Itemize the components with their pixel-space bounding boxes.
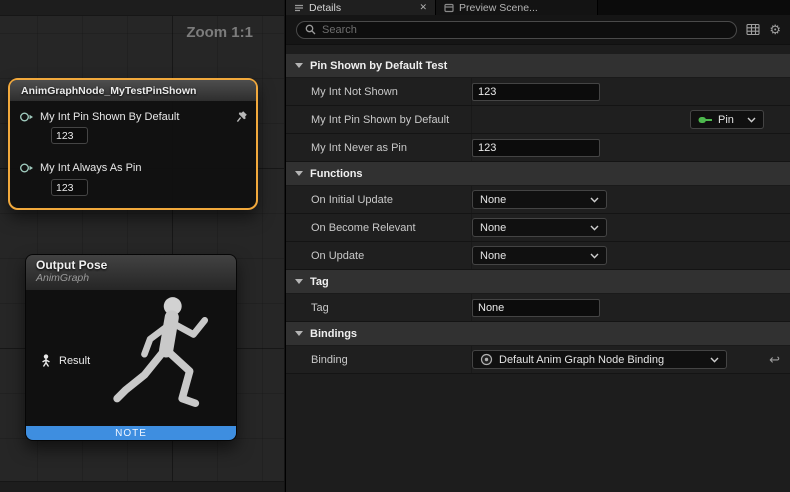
dropdown-value: Default Anim Graph Node Binding <box>499 354 664 366</box>
category-title: Tag <box>310 276 329 288</box>
tab-label: Preview Scene... <box>459 2 538 14</box>
dropdown-value: None <box>480 250 506 262</box>
chevron-down-icon <box>295 331 303 336</box>
tab-label: Details <box>309 2 341 14</box>
pin-label: My Int Pin Shown By Default <box>40 111 179 123</box>
anim-graph-node[interactable]: AnimGraphNode_MyTestPinShown My Int Pin … <box>8 78 258 210</box>
pin-visibility-dropdown[interactable]: Pin <box>690 110 764 129</box>
tab-preview-scene[interactable]: Preview Scene... <box>436 0 598 15</box>
property-label: Binding <box>286 354 471 366</box>
result-pin[interactable]: Result <box>40 354 90 367</box>
graph-top-strip <box>0 0 284 16</box>
my-int-not-shown-input[interactable] <box>472 83 600 101</box>
category-title: Pin Shown by Default Test <box>310 60 447 72</box>
pin-thumbtack-icon[interactable] <box>236 110 248 123</box>
pin-label: My Int Always As Pin <box>40 162 141 174</box>
green-pin-icon <box>698 115 712 125</box>
property-label: My Int Pin Shown by Default <box>286 114 471 126</box>
details-tab-icon <box>294 3 304 13</box>
unreal-editor-window: Zoom 1:1 AnimGraphNode_MyTestPinShown My… <box>0 0 790 492</box>
property-label: My Int Not Shown <box>286 86 471 98</box>
property-label: On Initial Update <box>286 194 471 206</box>
mannequin-preview-image <box>104 292 232 424</box>
output-node-body: Result <box>26 290 236 426</box>
category-functions[interactable]: Functions <box>286 162 790 186</box>
anim-node-title[interactable]: AnimGraphNode_MyTestPinShown <box>10 80 256 101</box>
search-box[interactable] <box>296 21 737 39</box>
tag-input[interactable] <box>472 299 600 317</box>
search-icon <box>305 24 316 35</box>
binding-dropdown[interactable]: Default Anim Graph Node Binding <box>472 350 727 369</box>
pin-row: My Int Always As Pin <box>19 162 248 174</box>
chevron-down-icon <box>590 197 599 203</box>
chevron-down-icon <box>590 225 599 231</box>
dropdown-value: None <box>480 194 506 206</box>
my-int-never-as-pin-input[interactable] <box>472 139 600 157</box>
chevron-down-icon <box>590 253 599 259</box>
category-bindings[interactable]: Bindings <box>286 322 790 346</box>
property-row-binding: Binding Default Anim Graph Node Binding … <box>286 346 790 374</box>
property-label: On Update <box>286 250 471 262</box>
preview-scene-tab-icon <box>444 3 454 13</box>
result-pin-label: Result <box>59 355 90 367</box>
chevron-down-icon <box>295 279 303 284</box>
on-update-dropdown[interactable]: None <box>472 246 607 265</box>
property-row-my-int-not-shown: My Int Not Shown <box>286 78 790 106</box>
category-title: Bindings <box>310 328 357 340</box>
chevron-down-icon <box>710 357 719 363</box>
property-row-my-int-never-as-pin: My Int Never as Pin <box>286 134 790 162</box>
pin-value-input[interactable] <box>51 179 88 196</box>
details-toolbar: ⚙ <box>286 15 790 45</box>
dropdown-value: None <box>480 222 506 234</box>
binding-icon <box>480 353 493 366</box>
output-node-title: Output Pose <box>36 258 226 272</box>
panel-tab-bar: Details ✕ Preview Scene... <box>286 0 790 15</box>
details-property-list: Pin Shown by Default Test My Int Not Sho… <box>286 45 790 492</box>
output-node-header[interactable]: Output Pose AnimGraph <box>26 255 236 290</box>
pose-pin-icon <box>40 354 52 367</box>
property-label: My Int Never as Pin <box>286 142 471 154</box>
output-pose-node[interactable]: Output Pose AnimGraph <box>25 254 237 441</box>
pin-row: My Int Pin Shown By Default <box>19 110 248 123</box>
category-tag[interactable]: Tag <box>286 270 790 294</box>
property-row-on-update: On Update None <box>286 242 790 270</box>
output-node-subtitle: AnimGraph <box>36 272 226 284</box>
output-pin-icon[interactable] <box>19 111 34 123</box>
chevron-down-icon <box>295 63 303 68</box>
graph-bottom-strip <box>0 481 284 492</box>
chevron-down-icon <box>747 117 756 123</box>
settings-gear-icon[interactable]: ⚙ <box>769 23 781 36</box>
node-note-bar: NOTE <box>26 426 236 440</box>
tab-details[interactable]: Details ✕ <box>286 0 436 15</box>
category-title: Functions <box>310 168 363 180</box>
zoom-level-label: Zoom 1:1 <box>186 24 253 41</box>
close-tab-icon[interactable]: ✕ <box>419 3 427 12</box>
property-label: On Become Relevant <box>286 222 471 234</box>
output-pin-icon[interactable] <box>19 162 34 174</box>
dropdown-value: Pin <box>718 114 734 126</box>
property-row-my-int-pin-shown-by-default: My Int Pin Shown by Default Pin <box>286 106 790 134</box>
on-initial-update-dropdown[interactable]: None <box>472 190 607 209</box>
property-row-tag: Tag <box>286 294 790 322</box>
category-pin-shown-by-default-test[interactable]: Pin Shown by Default Test <box>286 54 790 78</box>
on-become-relevant-dropdown[interactable]: None <box>472 218 607 237</box>
chevron-down-icon <box>295 171 303 176</box>
property-row-on-become-relevant: On Become Relevant None <box>286 214 790 242</box>
property-label: Tag <box>286 302 471 314</box>
details-panel: Details ✕ Preview Scene... <box>285 0 790 492</box>
search-input[interactable] <box>322 24 728 36</box>
reset-to-default-icon[interactable]: ↩ <box>769 353 780 366</box>
display-filter-icon[interactable] <box>746 23 760 36</box>
animgraph-canvas[interactable]: Zoom 1:1 AnimGraphNode_MyTestPinShown My… <box>0 0 284 492</box>
property-row-on-initial-update: On Initial Update None <box>286 186 790 214</box>
pin-value-input[interactable] <box>51 127 88 144</box>
